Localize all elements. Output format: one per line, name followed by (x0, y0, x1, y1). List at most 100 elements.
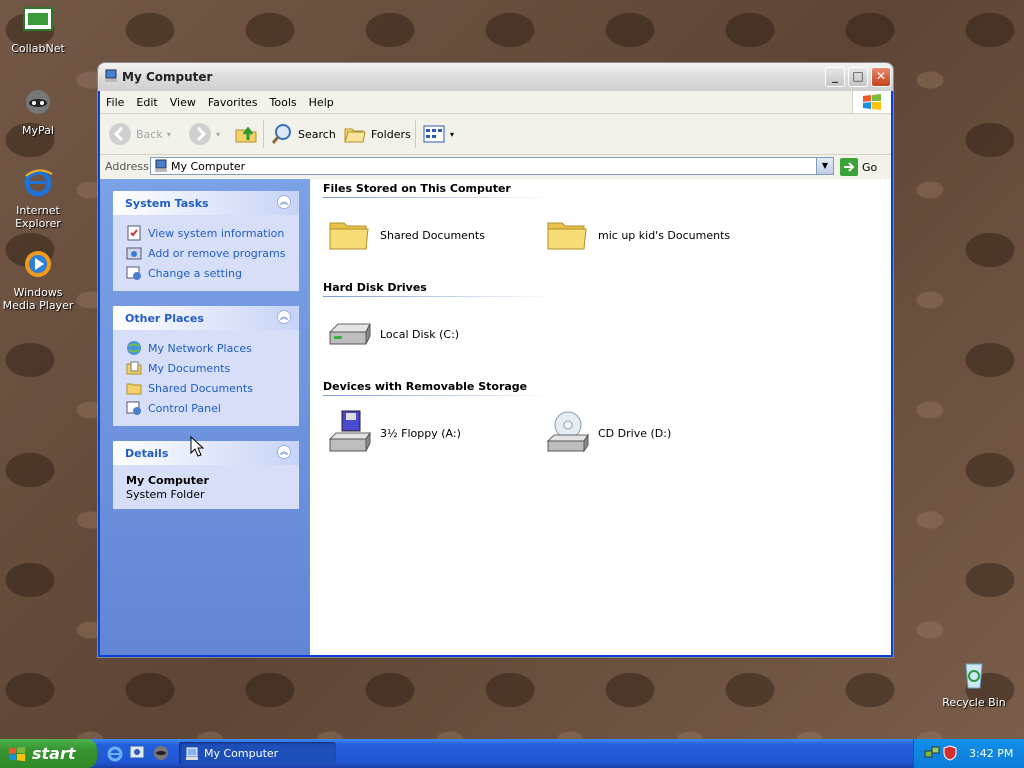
place-label: My Documents (148, 361, 231, 375)
maximize-button[interactable]: □ (848, 67, 868, 87)
title-bar[interactable]: My Computer _ □ ✕ (98, 63, 893, 91)
folder-icon (547, 222, 587, 250)
panel-header[interactable]: System Tasks ︽ (113, 191, 299, 215)
views-dropdown-icon[interactable]: ▾ (450, 130, 454, 139)
menu-favorites[interactable]: Favorites (202, 91, 264, 109)
item-cd-drive-d[interactable]: CD Drive (D:) (544, 409, 671, 457)
media-player-icon (25, 251, 51, 277)
details-name: My Computer (126, 474, 209, 487)
panel-header[interactable]: Details ︽ (113, 441, 299, 465)
place-label: My Network Places (148, 341, 252, 355)
details-panel: Details ︽ My Computer System Folder (113, 441, 299, 509)
quicklaunch-desktop-icon[interactable] (128, 744, 146, 762)
go-label: Go (862, 160, 878, 174)
raccoon-icon (26, 90, 50, 114)
window-title: My Computer (122, 70, 213, 84)
collapse-chevron-icon[interactable]: ︽ (277, 195, 291, 209)
minimize-button[interactable]: _ (825, 67, 845, 87)
item-shared-documents[interactable]: Shared Documents (326, 211, 485, 259)
my-documents-icon (126, 361, 142, 375)
windows-logo (852, 91, 891, 113)
address-value: My Computer (171, 160, 246, 173)
forward-button[interactable]: ▾ (188, 122, 220, 146)
place-label: Shared Documents (148, 381, 253, 395)
group-divider (323, 197, 553, 198)
back-button[interactable]: Back ▾ (108, 122, 171, 146)
task-add-remove-programs[interactable]: Add or remove programs (113, 243, 299, 263)
folders-icon (344, 128, 366, 143)
place-my-network-places[interactable]: My Network Places (113, 338, 299, 358)
add-remove-programs-icon (126, 247, 142, 260)
menu-edit[interactable]: Edit (130, 91, 163, 109)
group-title-removable: Devices with Removable Storage (323, 380, 528, 393)
folders-button[interactable]: Folders (343, 122, 411, 146)
up-folder-icon (235, 126, 257, 143)
place-label: Control Panel (148, 401, 221, 415)
place-shared-documents[interactable]: Shared Documents (113, 378, 299, 398)
back-dropdown-icon[interactable]: ▾ (167, 130, 171, 139)
start-button[interactable]: start (0, 739, 97, 768)
menu-tools[interactable]: Tools (264, 91, 303, 109)
place-control-panel[interactable]: Control Panel (113, 398, 299, 418)
go-arrow-icon (840, 158, 858, 176)
network-globe-icon (127, 341, 141, 355)
go-button[interactable]: Go (840, 158, 877, 176)
menu-bar: File Edit View Favorites Tools Help (100, 91, 891, 114)
collapse-chevron-icon[interactable]: ︽ (277, 445, 291, 459)
search-button[interactable]: Search (270, 122, 336, 146)
my-computer-small-icon (186, 747, 198, 760)
collapse-chevron-icon[interactable]: ︽ (277, 310, 291, 324)
network-tray-icon[interactable] (924, 745, 940, 761)
address-field[interactable]: My Computer ▼ (150, 157, 834, 175)
task-change-setting[interactable]: Change a setting (113, 263, 299, 283)
clock[interactable]: 3:42 PM (969, 747, 1013, 760)
item-floppy-a[interactable]: 3½ Floppy (A:) (326, 409, 461, 457)
desktop-icon-internet-explorer[interactable]: Internet Explorer (0, 166, 76, 230)
item-label: Shared Documents (380, 228, 485, 242)
views-button[interactable]: ▾ (422, 122, 454, 146)
other-places-panel: Other Places ︽ My Network Places My Docu… (113, 306, 299, 426)
menu-file[interactable]: File (100, 91, 130, 109)
desktop-icon-collabnet[interactable]: CollabNet (0, 4, 76, 55)
item-label: CD Drive (D:) (598, 426, 672, 440)
desktop-icon-label: Recycle Bin (942, 696, 1006, 709)
item-label: Local Disk (C:) (380, 327, 460, 341)
quicklaunch-mypal-icon[interactable] (152, 744, 170, 762)
task-pane: System Tasks ︽ View system information A… (100, 179, 310, 655)
desktop-icon-mypal[interactable]: MyPal (0, 86, 76, 137)
windows-flag-icon (863, 94, 881, 110)
panel-header[interactable]: Other Places ︽ (113, 306, 299, 330)
task-view-system-information[interactable]: View system information (113, 223, 299, 243)
address-dropdown-icon[interactable]: ▼ (816, 158, 833, 174)
close-button[interactable]: ✕ (871, 67, 891, 87)
menu-view[interactable]: View (164, 91, 202, 109)
content-pane: Files Stored on This Computer Shared Doc… (310, 179, 891, 655)
details-type: System Folder (126, 488, 205, 501)
internet-explorer-icon (24, 169, 53, 197)
back-label: Back (136, 127, 163, 141)
system-tray: 3:42 PM (913, 739, 1024, 768)
up-folder-button[interactable] (234, 122, 258, 146)
task-label: Change a setting (148, 266, 242, 280)
security-shield-icon[interactable] (942, 745, 958, 761)
item-local-disk-c[interactable]: Local Disk (C:) (326, 310, 459, 358)
panel-title: Other Places (125, 312, 204, 325)
item-user-documents[interactable]: mic up kid's Documents (544, 211, 730, 259)
cd-drive-icon (546, 411, 589, 453)
recycle-bin-icon (965, 663, 983, 689)
desktop-icon-recycle-bin[interactable]: Recycle Bin (936, 658, 1012, 709)
desktop-icon-label: CollabNet (11, 42, 65, 55)
start-label: start (32, 744, 76, 763)
forward-arrow-icon (189, 123, 211, 145)
folder-icon (329, 222, 369, 250)
search-label: Search (298, 127, 336, 141)
forward-dropdown-icon[interactable]: ▾ (216, 130, 220, 139)
place-my-documents[interactable]: My Documents (113, 358, 299, 378)
windows-flag-icon (8, 746, 26, 761)
menu-help[interactable]: Help (303, 91, 340, 109)
group-divider (323, 296, 553, 297)
desktop-icon-windows-media-player[interactable]: Windows Media Player (0, 248, 76, 312)
system-tasks-panel: System Tasks ︽ View system information A… (113, 191, 299, 291)
quicklaunch-ie-icon[interactable] (106, 744, 124, 762)
taskbar-item-my-computer[interactable]: My Computer (179, 742, 336, 765)
